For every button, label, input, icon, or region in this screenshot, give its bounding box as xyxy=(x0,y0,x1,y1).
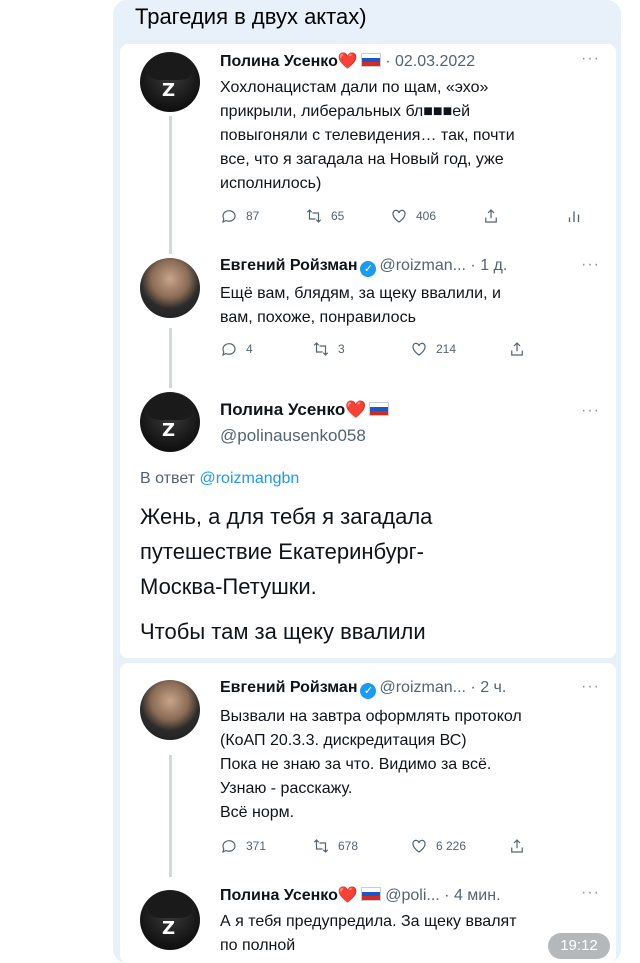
russia-flag-icon xyxy=(369,402,390,416)
tweet-date: · 2 ч. xyxy=(470,679,507,696)
author-name[interactable]: Полина Усенко xyxy=(220,887,338,904)
more-icon[interactable]: ··· xyxy=(581,256,600,274)
tweet-text: Ещё вам, блядям, за щеку ввалили, и вам,… xyxy=(220,285,501,326)
tweet-text: Жень, а для тебя я загадала путешествие … xyxy=(140,504,433,599)
more-icon[interactable]: ··· xyxy=(581,50,600,68)
tweet-text-continued: Чтобы там за щеку ввалили xyxy=(140,619,426,644)
more-icon[interactable]: ··· xyxy=(581,678,600,696)
reply-prefix: В ответ xyxy=(140,470,196,487)
tweet-text: Хохлонацистам дали по щам, «эхо» прикрыл… xyxy=(220,79,515,192)
avatar[interactable] xyxy=(140,258,200,318)
retweet-count: 65 xyxy=(331,209,345,223)
tweet-header: Полина Усенко❤️ xyxy=(220,400,390,420)
reply-icon xyxy=(222,343,236,357)
reply-count: 4 xyxy=(246,342,253,356)
tweet-text: Вызвали на завтра оформлять протокол (Ко… xyxy=(220,708,522,821)
avatar[interactable] xyxy=(140,392,200,452)
like-button[interactable]: 406 xyxy=(390,207,436,225)
reply-count: 371 xyxy=(246,839,267,853)
retweet-icon xyxy=(306,209,322,223)
author-handle[interactable]: @polinausenko058 xyxy=(220,426,366,446)
heart-emoji: ❤️ xyxy=(345,400,367,419)
retweet-icon xyxy=(313,342,329,356)
more-icon[interactable]: ··· xyxy=(581,884,600,902)
like-count: 6 226 xyxy=(436,839,467,853)
like-button[interactable]: 6 226 xyxy=(410,837,466,855)
tweet-header: Полина Усенко❤️ · 02.03.2022 xyxy=(220,51,475,71)
heart-emoji: ❤️ xyxy=(337,887,358,904)
author-handle: @roizman... xyxy=(379,679,466,696)
tweet-actions: 87 65 406 xyxy=(220,207,590,227)
like-count: 214 xyxy=(436,342,457,356)
author-name[interactable]: Евгений Ройзман xyxy=(220,679,357,696)
like-button[interactable]: 214 xyxy=(410,340,456,358)
avatar[interactable] xyxy=(140,52,200,112)
share-button[interactable] xyxy=(482,207,500,225)
retweet-button[interactable]: 65 xyxy=(305,207,344,225)
heart-emoji: ❤️ xyxy=(337,53,358,70)
retweet-button[interactable]: 678 xyxy=(312,837,358,855)
thread-line xyxy=(169,755,172,877)
tweet-header: Евгений Ройзман ✓ @roizman... · 2 ч. xyxy=(220,679,506,699)
russia-flag-icon xyxy=(360,53,381,67)
like-count: 406 xyxy=(416,209,437,223)
thread-line xyxy=(169,328,172,388)
reply-button[interactable]: 4 xyxy=(220,340,253,358)
retweet-count: 678 xyxy=(338,839,359,853)
tweet-text: А я тебя предупредила. За щеку ввалят по… xyxy=(220,913,517,954)
author-name[interactable]: Полина Усенко xyxy=(220,53,338,70)
heart-icon xyxy=(392,209,406,223)
reply-to-line: В ответ @roizmangbn xyxy=(140,470,299,488)
analytics-icon xyxy=(568,211,580,222)
retweet-button[interactable]: 3 xyxy=(312,340,345,358)
message-title: Трагедия в двух актах) xyxy=(135,4,367,29)
share-button[interactable] xyxy=(508,340,526,358)
reply-count: 87 xyxy=(246,209,260,223)
reply-button[interactable]: 87 xyxy=(220,207,259,225)
tweet-screenshot-1: Полина Усенко❤️ · 02.03.2022 ··· Хохлона… xyxy=(120,44,616,658)
reply-button[interactable]: 371 xyxy=(220,837,266,855)
tweet-date: · 4 мин. xyxy=(444,887,501,904)
reply-icon xyxy=(222,840,236,854)
analytics-button[interactable] xyxy=(565,207,583,225)
tweet-date: · 1 д. xyxy=(470,257,508,274)
heart-icon xyxy=(412,342,426,356)
retweet-count: 3 xyxy=(338,342,345,356)
verified-badge-icon: ✓ xyxy=(360,683,377,699)
author-name[interactable]: Евгений Ройзман xyxy=(220,257,357,274)
russia-flag-icon xyxy=(360,887,381,901)
tweet-screenshot-2: Евгений Ройзман ✓ @roizman... · 2 ч. ··· В… xyxy=(120,663,616,963)
share-icon xyxy=(511,342,523,356)
tweet-header: Евгений Ройзман ✓ @roizman... · 1 д. xyxy=(220,257,507,277)
heart-icon xyxy=(412,839,426,853)
avatar[interactable] xyxy=(140,680,200,740)
share-icon xyxy=(511,839,523,853)
tweet-date: · 02.03.2022 xyxy=(385,53,476,70)
reply-to-link[interactable]: @roizmangbn xyxy=(199,470,299,487)
more-icon[interactable]: ··· xyxy=(581,402,600,420)
author-name[interactable]: Полина Усенко xyxy=(220,400,345,419)
message-time: 19:12 xyxy=(548,933,610,959)
tweet-actions: 371 678 6 226 xyxy=(220,837,523,857)
retweet-icon xyxy=(313,839,329,853)
tweet-actions: 4 3 214 xyxy=(220,340,540,360)
author-handle: @roizman... xyxy=(379,257,466,274)
share-button[interactable] xyxy=(508,837,526,855)
author-handle: @poli... xyxy=(385,887,440,904)
tweet-header: Полина Усенко❤️ @poli... · 4 мин. xyxy=(220,885,501,905)
reply-icon xyxy=(222,210,236,224)
thread-line xyxy=(169,116,172,254)
share-icon xyxy=(485,209,497,223)
avatar[interactable] xyxy=(140,890,200,950)
verified-badge-icon: ✓ xyxy=(360,261,377,277)
